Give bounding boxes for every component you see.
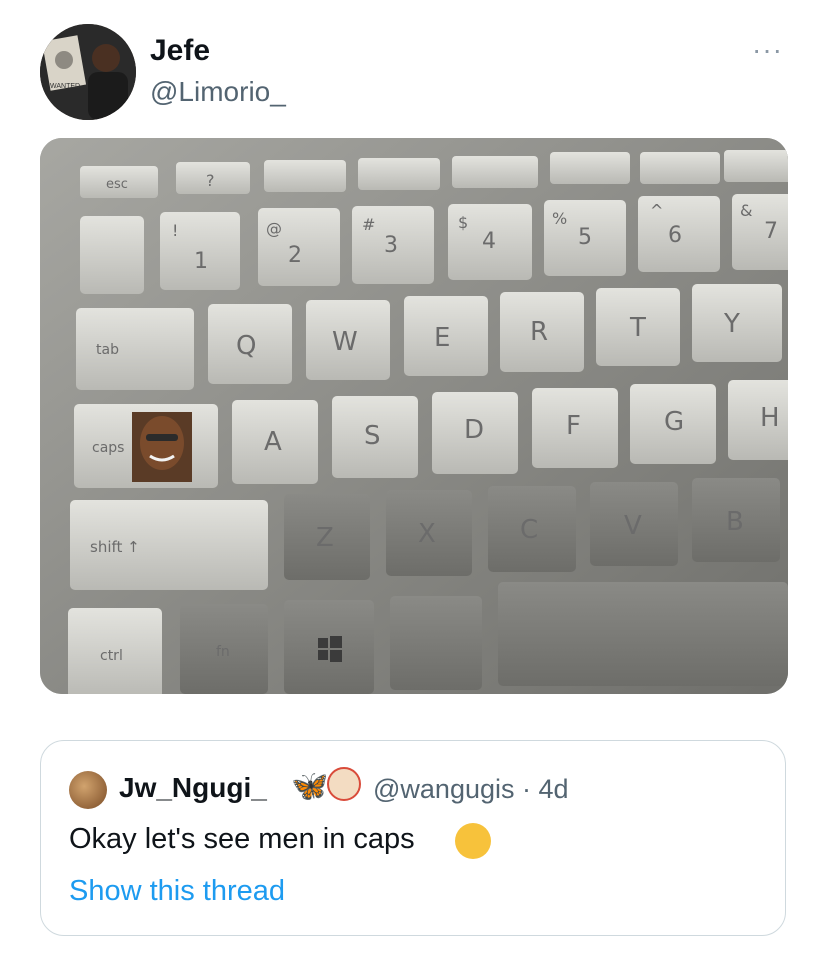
key-a: A bbox=[264, 427, 282, 457]
key-fn: fn bbox=[216, 644, 230, 660]
caps-key-face-sticker bbox=[132, 412, 192, 482]
key-q: Q bbox=[236, 331, 256, 361]
key-2: 2 bbox=[288, 243, 302, 268]
more-options-icon[interactable]: ··· bbox=[752, 36, 788, 64]
avatar-image: WANTED bbox=[40, 24, 136, 120]
author-handle[interactable]: @Limorio_ bbox=[150, 76, 286, 108]
key-v: V bbox=[624, 511, 642, 541]
key-h: H bbox=[760, 403, 780, 433]
key-f: F bbox=[566, 411, 581, 441]
key-x: X bbox=[418, 519, 436, 549]
heart-eyes-emoji-icon bbox=[455, 823, 491, 859]
key-r: R bbox=[530, 317, 548, 347]
key-w: W bbox=[332, 327, 358, 357]
key-1: 1 bbox=[194, 249, 208, 274]
keyboard-photo: esc ? 1 ! 2 @ 3 # 4 $ 5 % 6 ^ 7 & tab Q … bbox=[40, 138, 788, 694]
author-avatar[interactable]: WANTED bbox=[40, 24, 136, 120]
key-z: Z bbox=[316, 523, 334, 553]
key-e: E bbox=[434, 323, 450, 353]
key-y: Y bbox=[723, 309, 740, 339]
key-6: 6 bbox=[668, 223, 682, 248]
show-thread-link[interactable]: Show this thread bbox=[69, 875, 285, 908]
avatar-wanted-text: WANTED bbox=[50, 83, 80, 90]
key-d: D bbox=[464, 415, 484, 445]
key-3: 3 bbox=[384, 233, 398, 258]
key-b: B bbox=[726, 507, 744, 537]
key-5: 5 bbox=[578, 225, 592, 250]
key-s: S bbox=[364, 421, 381, 451]
quoted-tweet-text: Okay let's see men in caps bbox=[69, 823, 415, 855]
clown-emoji-icon bbox=[327, 767, 361, 801]
quoted-handle-time[interactable]: @wangugis · 4d bbox=[373, 774, 569, 805]
key-7: 7 bbox=[764, 219, 778, 244]
key-4: 4 bbox=[482, 229, 496, 254]
key-shift: shift ↑ bbox=[90, 538, 140, 556]
key-g: G bbox=[664, 407, 684, 437]
key-4-shift: $ bbox=[458, 213, 468, 232]
key-f1: ? bbox=[206, 171, 215, 190]
key-7-shift: & bbox=[740, 201, 752, 220]
key-c: C bbox=[520, 515, 538, 545]
key-5-shift: % bbox=[552, 209, 567, 228]
author-name[interactable]: Jefe bbox=[150, 34, 210, 68]
quoted-author-avatar[interactable] bbox=[69, 771, 107, 809]
quoted-tweet[interactable]: Jw_Ngugi_ 🦋 @wangugis · 4d Okay let's se… bbox=[40, 740, 786, 936]
key-1-shift: ! bbox=[172, 221, 178, 240]
key-t: T bbox=[629, 313, 646, 343]
key-2-shift: @ bbox=[266, 219, 282, 238]
key-3-shift: # bbox=[362, 215, 375, 234]
key-6-shift: ^ bbox=[650, 201, 663, 220]
key-ctrl: ctrl bbox=[100, 648, 123, 664]
key-caps: caps bbox=[92, 440, 124, 456]
key-tab: tab bbox=[96, 342, 119, 358]
key-esc: esc bbox=[106, 177, 128, 192]
tweet-photo-keyboard[interactable]: esc ? 1 ! 2 @ 3 # 4 $ 5 % 6 ^ 7 & tab Q … bbox=[40, 138, 788, 694]
butterfly-emoji-icon: 🦋 bbox=[291, 770, 329, 803]
quoted-author-name[interactable]: Jw_Ngugi_ bbox=[119, 772, 267, 804]
